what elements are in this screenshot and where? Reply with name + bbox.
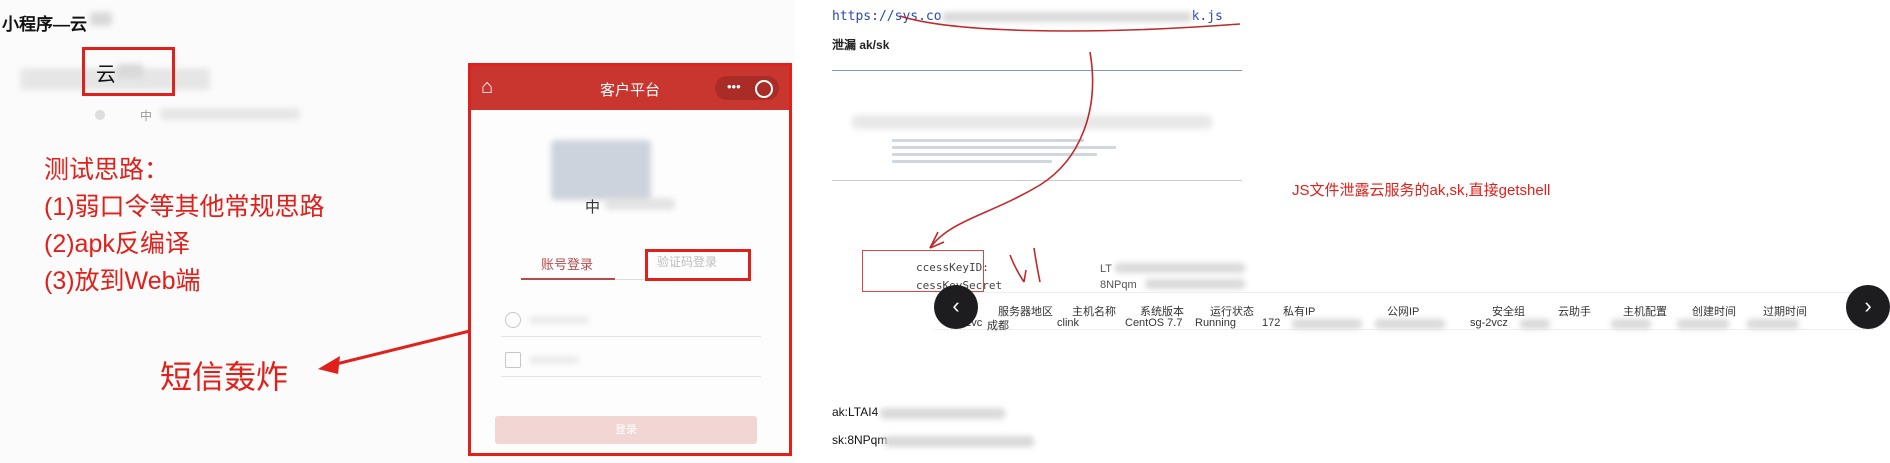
left-panel: 小程序—云 云 中 测试思路： (1)弱口令等其他常规思路 (2)apk反编译 … xyxy=(0,0,795,463)
redacted-block xyxy=(884,436,1034,447)
redacted-block xyxy=(1375,319,1445,329)
chevron-left-icon[interactable]: ‹ xyxy=(934,285,978,329)
access-key-secret-value: 8NPqm xyxy=(1100,279,1137,291)
redacted-block xyxy=(1115,263,1245,273)
url-suffix: k.js xyxy=(1191,9,1223,24)
col-header: 主机名称 xyxy=(1072,306,1116,318)
code-lines xyxy=(892,135,1212,167)
redacted-block xyxy=(880,408,1005,419)
field-placeholder xyxy=(529,316,589,324)
chevron-right-icon[interactable]: › xyxy=(1846,285,1890,329)
col-header: 公网IP xyxy=(1387,306,1420,318)
col-header: 系统版本 xyxy=(1140,306,1184,318)
access-key-id-label: ccessKeyID: xyxy=(916,261,989,274)
code-rule xyxy=(832,180,1242,181)
lock-icon xyxy=(505,352,521,368)
key-highlight xyxy=(862,250,984,292)
close-icon[interactable] xyxy=(755,80,773,98)
redacted-block xyxy=(1520,319,1550,329)
status-cell: Running xyxy=(1195,317,1236,329)
redacted-block xyxy=(1747,319,1799,329)
tab-sms-login[interactable]: 验证码登录 xyxy=(657,253,717,270)
more-icon[interactable]: ••• xyxy=(727,79,741,94)
redacted-block xyxy=(941,11,1192,22)
region-cell: 成都 xyxy=(987,320,1009,332)
phone-screen: ⌂ 客户平台 ••• 中 账号登录 验证码登录 登录 xyxy=(468,63,792,456)
col-header: 运行状态 xyxy=(1210,306,1254,318)
leak-annotation: JS文件泄露云服务的ak,sk,直接getshell xyxy=(1292,182,1551,199)
user-icon xyxy=(505,312,521,328)
app-header: ⌂ 客户平台 ••• xyxy=(471,66,789,110)
col-header: 服务器地区 xyxy=(998,306,1053,318)
url-prefix: https://sys.co xyxy=(832,9,942,24)
leak-title: 泄漏 ak/sk xyxy=(832,38,890,52)
col-header: 创建时间 xyxy=(1692,306,1736,318)
tab-account-login[interactable]: 账号登录 xyxy=(541,254,593,273)
code-snippet xyxy=(832,60,1242,400)
col-header: 过期时间 xyxy=(1763,306,1807,318)
security-group-cell: sg-2vcz xyxy=(1470,317,1508,329)
col-header: 私有IP xyxy=(1283,306,1316,318)
access-key-id-value: LT xyxy=(1100,263,1113,275)
capsule-menu[interactable]: ••• xyxy=(715,76,779,100)
username-field[interactable] xyxy=(501,306,761,337)
os-cell: CentOS 7.7 xyxy=(1125,317,1183,329)
col-header: 主机配置 xyxy=(1623,306,1667,318)
redacted-block xyxy=(1292,319,1362,329)
col-header: 云助手 xyxy=(1558,306,1591,318)
password-field[interactable] xyxy=(501,346,761,377)
logo xyxy=(551,140,651,200)
redacted-block xyxy=(1145,279,1245,289)
private-ip-cell: 172 xyxy=(1262,317,1281,329)
active-tab-indicator xyxy=(521,278,615,280)
instance-table-header: 服务器地区 主机名称 系统版本 运行状态 私有IP 公网IP 安全组 云助手 主… xyxy=(935,292,1875,330)
hostname-cell: clink xyxy=(1057,317,1080,329)
code-header-rule xyxy=(832,70,1242,71)
access-key-secret-label: cessKeySecret xyxy=(916,279,1003,292)
sk-value: sk:8NPqm xyxy=(832,433,888,447)
redacted-block xyxy=(852,115,1212,129)
table-row[interactable]: i-2vc 成都 clink CentOS 7.7 Running 172 sg… xyxy=(935,315,1875,335)
instance-id: i-2vc xyxy=(959,317,983,329)
redacted-block xyxy=(605,198,675,210)
field-placeholder xyxy=(529,356,579,364)
js-file-url[interactable]: https://sys.co k.js xyxy=(832,9,1223,24)
ak-value: ak:LTAI4 xyxy=(832,405,879,419)
redacted-block xyxy=(1611,319,1651,329)
logo-text: 中 xyxy=(585,199,601,216)
login-button[interactable]: 登录 xyxy=(495,416,757,444)
col-header: 安全组 xyxy=(1492,306,1525,318)
redacted-block xyxy=(1677,319,1729,329)
